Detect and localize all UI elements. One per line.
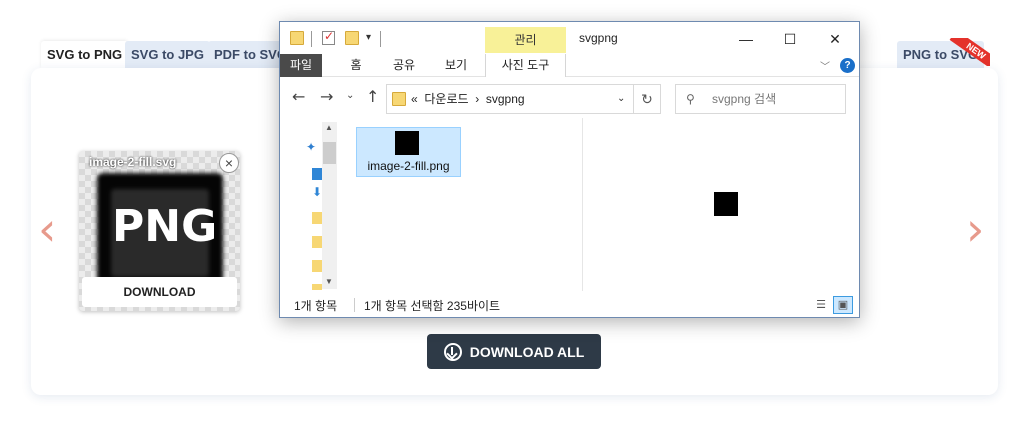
back-arrow-icon[interactable]: ← xyxy=(292,87,305,106)
download-all-label: DOWNLOAD ALL xyxy=(469,343,585,360)
folder-icon xyxy=(290,31,304,45)
tab-home[interactable]: 홈 xyxy=(336,54,376,77)
properties-icon[interactable] xyxy=(322,29,335,45)
breadcrumb-downloads[interactable]: 다운로드 xyxy=(424,92,468,106)
preview-image xyxy=(714,192,738,216)
file-list: image-2-fill.png xyxy=(340,118,580,291)
thumbnail-file-name: image-2-fill.svg xyxy=(89,155,177,169)
navigation-bar: ← → ⌄ ↑ « 다운로드 › svgpng ⌄ ↻ ⚲ svgpng 검색 xyxy=(280,78,859,118)
breadcrumb-overflow[interactable]: « xyxy=(411,92,418,106)
divider xyxy=(311,31,312,47)
maximize-button[interactable]: ☐ xyxy=(768,25,812,53)
file-name: image-2-fill.png xyxy=(367,159,450,173)
page: SVG to PNG SVG to JPG PDF to SVG PNG to … xyxy=(0,0,1019,422)
navigation-pane: ✦ ⬇ ▲ ▼ xyxy=(280,118,338,291)
chevron-right-icon[interactable]: › xyxy=(966,206,984,252)
status-bar: 1개 항목 1개 항목 선택함 235바이트 ☰ ▣ xyxy=(280,293,859,317)
title-bar: ▾ 관리 svgpng — ☐ ✕ xyxy=(280,22,859,54)
tab-share[interactable]: 공유 xyxy=(384,54,424,77)
content-area: ✦ ⬇ ▲ ▼ image-2-fill.png xyxy=(280,118,859,291)
help-icon[interactable]: ? xyxy=(840,58,855,73)
quick-access-pin-icon[interactable]: ✦ xyxy=(306,140,316,154)
scroll-down-icon[interactable]: ▼ xyxy=(325,277,333,286)
customize-quick-access-icon[interactable]: ▾ xyxy=(366,32,371,43)
file-item[interactable]: image-2-fill.png xyxy=(356,127,461,177)
download-button[interactable]: DOWNLOAD xyxy=(82,277,237,307)
tab-manage[interactable]: 관리 xyxy=(485,27,566,53)
preview-divider[interactable] xyxy=(582,118,583,291)
download-all-button[interactable]: DOWNLOAD ALL xyxy=(427,334,601,369)
folder-icon[interactable] xyxy=(312,212,322,224)
breadcrumb: « 다운로드 › svgpng xyxy=(411,92,525,106)
minimize-button[interactable]: — xyxy=(724,25,768,53)
tab-view[interactable]: 보기 xyxy=(436,54,476,77)
window-title: svgpng xyxy=(579,31,618,45)
details-view-icon[interactable]: ☰ xyxy=(811,296,831,314)
close-icon[interactable]: × xyxy=(219,153,239,173)
new-badge-label: NEW xyxy=(949,38,990,66)
downloads-icon[interactable]: ⬇ xyxy=(312,186,322,198)
format-label: PNG xyxy=(112,201,218,252)
new-badge: NEW xyxy=(944,38,990,66)
status-divider xyxy=(354,298,355,312)
folder-icon xyxy=(392,92,406,106)
divider xyxy=(380,31,381,47)
scrollbar-thumb[interactable] xyxy=(323,142,336,164)
desktop-icon[interactable] xyxy=(312,168,322,180)
address-dropdown-icon[interactable]: ⌄ xyxy=(617,85,625,113)
search-icon: ⚲ xyxy=(686,92,695,106)
forward-arrow-icon[interactable]: → xyxy=(320,87,333,106)
search-input[interactable]: ⚲ svgpng 검색 xyxy=(675,84,846,114)
chevron-left-icon[interactable]: ‹ xyxy=(38,206,56,252)
up-arrow-icon[interactable]: ↑ xyxy=(366,87,379,106)
new-folder-icon[interactable] xyxy=(345,31,359,45)
expand-ribbon-icon[interactable]: ﹀ xyxy=(820,58,830,73)
close-button[interactable]: ✕ xyxy=(813,25,857,53)
refresh-icon[interactable]: ↻ xyxy=(634,84,661,114)
navigation-scrollbar[interactable]: ▲ ▼ xyxy=(322,122,337,289)
folder-icon[interactable] xyxy=(312,260,322,272)
file-thumbnail xyxy=(395,131,419,155)
recent-locations-icon[interactable]: ⌄ xyxy=(346,90,354,101)
ribbon-tabs: 파일 홈 공유 보기 사진 도구 ﹀ ? xyxy=(280,54,859,77)
folder-icon[interactable] xyxy=(312,236,322,248)
search-placeholder: svgpng 검색 xyxy=(712,92,777,106)
selection-info: 1개 항목 선택함 235바이트 xyxy=(364,299,501,313)
item-count: 1개 항목 xyxy=(294,299,338,313)
address-bar[interactable]: « 다운로드 › svgpng ⌄ xyxy=(386,84,634,114)
breadcrumb-svgpng[interactable]: svgpng xyxy=(486,92,525,106)
file-thumbnail-card: PNG image-2-fill.svg DOWNLOAD xyxy=(79,151,240,311)
tab-svg-to-jpg[interactable]: SVG to JPG xyxy=(125,41,210,68)
file-explorer-window: ▾ 관리 svgpng — ☐ ✕ 파일 홈 공유 보기 사진 도구 ﹀ ? ←… xyxy=(279,21,860,318)
tab-svg-to-png[interactable]: SVG to PNG xyxy=(41,41,129,68)
scroll-up-icon[interactable]: ▲ xyxy=(325,123,333,132)
folder-icon[interactable] xyxy=(312,284,322,290)
tab-photo-tools[interactable]: 사진 도구 xyxy=(485,54,566,77)
large-icons-view-icon[interactable]: ▣ xyxy=(833,296,853,314)
download-circle-icon xyxy=(443,342,462,361)
tab-file[interactable]: 파일 xyxy=(280,54,322,77)
